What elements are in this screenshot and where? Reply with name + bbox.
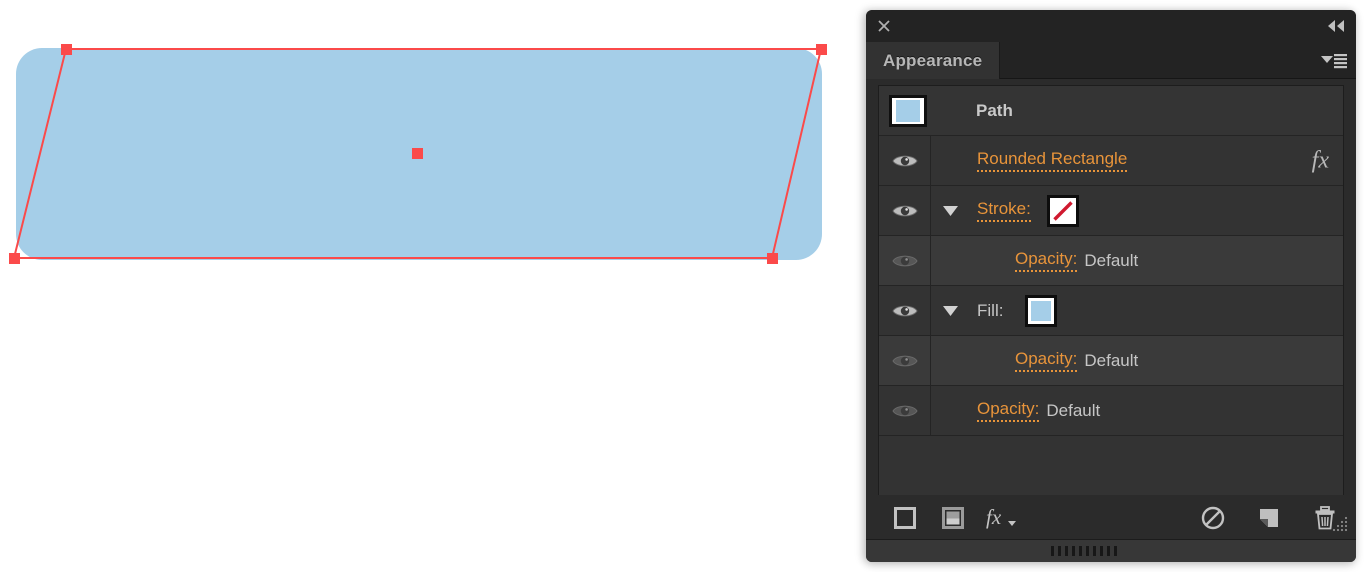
anchor-point[interactable] <box>767 253 778 264</box>
row-value-opacity: Default <box>1084 350 1139 370</box>
add-new-effect-button[interactable]: fx <box>984 503 1018 533</box>
anchor-point[interactable] <box>816 44 827 55</box>
appearance-row-fill-opacity[interactable]: Opacity: Default <box>879 336 1343 386</box>
fill-color-swatch[interactable] <box>1025 294 1058 327</box>
panel-tabstrip: Appearance <box>866 42 1356 79</box>
resize-grip-icon <box>1332 516 1348 532</box>
visibility-toggle[interactable] <box>879 286 931 335</box>
eye-icon <box>891 205 918 216</box>
appearance-panel: Appearance Path Rounded Rectangle fx Str… <box>866 10 1356 562</box>
appearance-row-fill[interactable]: Fill: <box>879 286 1343 336</box>
row-body: Opacity: Default <box>931 236 1343 285</box>
panel-titlebar <box>866 10 1356 42</box>
row-body: Opacity: Default <box>931 386 1343 435</box>
eye-icon-dim <box>891 355 918 366</box>
row-body: Rounded Rectangle <box>931 136 1343 185</box>
fx-dropdown-icon: fx <box>986 505 1016 529</box>
visibility-toggle[interactable] <box>879 186 931 235</box>
double-chevron-left-icon[interactable] <box>1326 19 1346 33</box>
row-label-opacity[interactable]: Opacity: <box>1015 349 1078 372</box>
appearance-list: Path Rounded Rectangle fx Stroke: Opacit… <box>878 85 1344 497</box>
appearance-row-path[interactable]: Path <box>879 86 1343 136</box>
anchor-point[interactable] <box>61 44 72 55</box>
row-value-opacity: Default <box>1084 250 1139 270</box>
fill-swatch-color <box>1031 300 1052 321</box>
panel-menu-icon[interactable] <box>1318 51 1348 69</box>
row-body: Opacity: Default <box>931 336 1343 385</box>
tabstrip-filler <box>1000 42 1356 79</box>
row-label-fill[interactable]: Fill: <box>977 301 1003 321</box>
add-new-fill-icon <box>942 506 964 529</box>
panel-bottom-toolbar: fx <box>866 495 1356 540</box>
triangle-down-icon <box>942 306 958 316</box>
row-label-path: Path <box>976 100 1013 120</box>
row-body: Fill: <box>969 286 1343 335</box>
row-label-rounded-rectangle[interactable]: Rounded Rectangle <box>977 149 1128 172</box>
eye-icon-dim <box>891 405 918 416</box>
panel-resize-grip[interactable] <box>1328 514 1350 536</box>
appearance-list-empty-area <box>879 436 1343 491</box>
eye-icon <box>891 305 918 316</box>
artboard-canvas[interactable] <box>0 0 866 572</box>
fx-icon[interactable]: fx <box>1312 147 1329 174</box>
thumbnail-swatch <box>895 99 920 122</box>
visibility-toggle[interactable] <box>879 136 931 185</box>
disclosure-triangle-stroke[interactable] <box>931 204 969 217</box>
row-value-opacity: Default <box>1046 400 1101 420</box>
clear-appearance-icon <box>1201 506 1225 529</box>
panel-drag-handle[interactable] <box>866 539 1356 562</box>
appearance-row-stroke[interactable]: Stroke: <box>879 186 1343 236</box>
eye-icon-dim <box>891 255 918 266</box>
anchor-point-center[interactable] <box>412 148 423 159</box>
add-new-fill-button[interactable] <box>936 503 970 533</box>
add-new-stroke-icon <box>894 506 916 529</box>
duplicate-item-button[interactable] <box>1252 503 1286 533</box>
row-label-opacity[interactable]: Opacity: <box>977 399 1040 422</box>
appearance-row-rounded-rectangle[interactable]: Rounded Rectangle fx <box>879 136 1343 186</box>
artwork-svg <box>9 44 827 264</box>
clear-appearance-button[interactable] <box>1196 503 1230 533</box>
visibility-toggle[interactable] <box>879 236 931 285</box>
no-color-icon <box>1052 200 1073 221</box>
drag-grip-icon <box>1051 546 1117 556</box>
row-body: Path <box>930 86 1343 135</box>
visibility-toggle[interactable] <box>879 336 931 385</box>
visibility-toggle[interactable] <box>879 386 931 435</box>
close-icon[interactable] <box>876 18 892 34</box>
row-label-stroke[interactable]: Stroke: <box>977 199 1031 222</box>
object-thumbnail[interactable] <box>888 94 927 127</box>
appearance-row-stroke-opacity[interactable]: Opacity: Default <box>879 236 1343 286</box>
anchor-point[interactable] <box>9 253 20 264</box>
svg-text:fx: fx <box>986 505 1002 529</box>
eye-icon <box>891 155 918 166</box>
row-body: Stroke: <box>969 186 1343 235</box>
triangle-down-icon <box>942 206 958 216</box>
tab-appearance[interactable]: Appearance <box>866 42 1001 79</box>
disclosure-triangle-fill[interactable] <box>931 304 969 317</box>
visibility-cell-empty <box>879 86 930 135</box>
duplicate-item-icon <box>1260 508 1278 527</box>
add-new-stroke-button[interactable] <box>888 503 922 533</box>
stroke-color-swatch[interactable] <box>1046 194 1079 227</box>
row-label-opacity[interactable]: Opacity: <box>1015 249 1078 272</box>
appearance-row-object-opacity[interactable]: Opacity: Default <box>879 386 1343 436</box>
